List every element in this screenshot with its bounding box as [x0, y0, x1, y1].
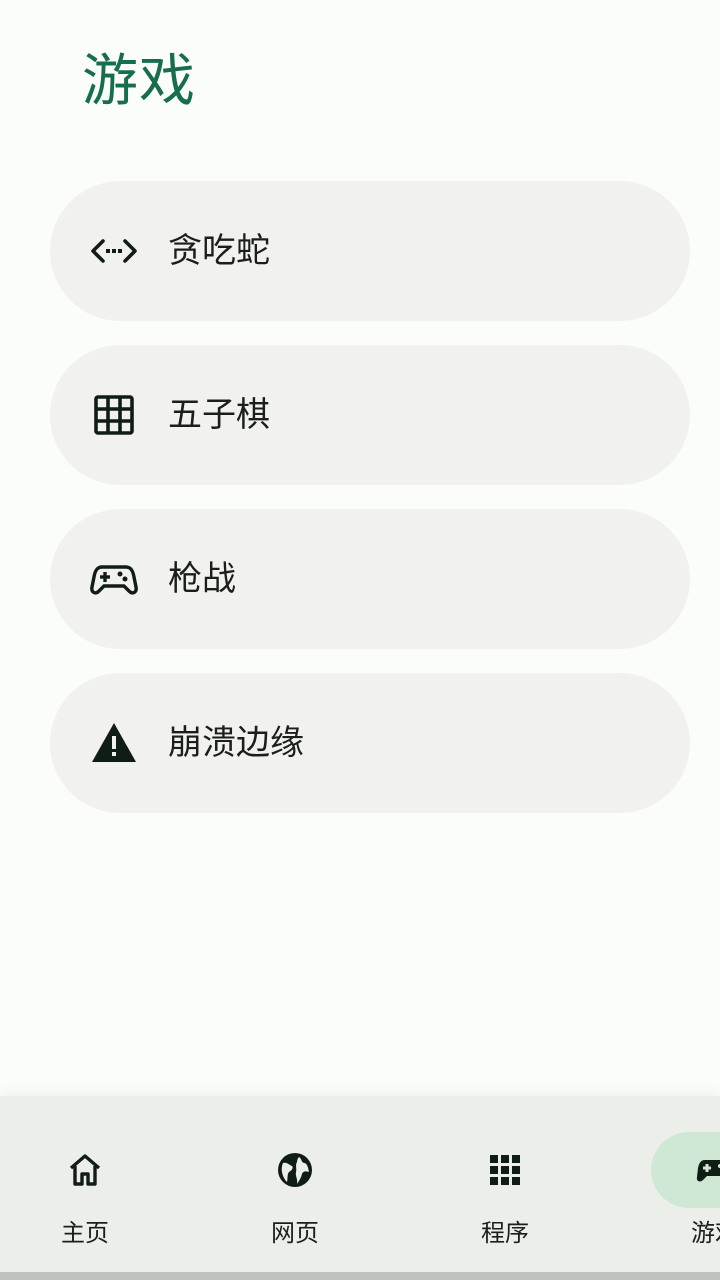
nav-item-home[interactable]: 主页: [0, 1132, 170, 1262]
code-arrows-icon: [90, 227, 138, 275]
bottom-edge-divider: [0, 1272, 720, 1280]
gamepad-icon: [90, 555, 138, 603]
game-item-gomoku[interactable]: 五子棋: [50, 345, 690, 485]
apps-grid-icon: [485, 1150, 525, 1190]
game-item-shooter[interactable]: 枪战: [50, 509, 690, 649]
game-item-snake[interactable]: 贪吃蛇: [50, 181, 690, 321]
game-list: 贪吃蛇 五子棋 枪战 崩溃边缘: [50, 181, 690, 837]
nav-label: 游戏: [691, 1219, 720, 1247]
nav-icon-container: [441, 1132, 569, 1208]
nav-icon-container: [231, 1132, 359, 1208]
game-label: 崩溃边缘: [168, 723, 304, 763]
page-title: 游戏: [82, 49, 196, 114]
nav-icon-container-active: [651, 1132, 720, 1208]
game-item-edge-of-collapse[interactable]: 崩溃边缘: [50, 673, 690, 813]
game-label: 贪吃蛇: [168, 231, 270, 271]
game-label: 五子棋: [168, 395, 270, 435]
nav-item-web[interactable]: 网页: [210, 1132, 380, 1262]
nav-icon-container: [21, 1132, 149, 1208]
game-label: 枪战: [168, 559, 236, 599]
bottom-navigation: 主页 网页 程序 游: [0, 1096, 720, 1272]
page: 游戏 贪吃蛇 五子棋 枪战 崩溃边缘 主页 网页 程序 游: [0, 0, 720, 1280]
nav-item-games[interactable]: 游戏: [630, 1132, 720, 1262]
nav-label: 网页: [271, 1219, 319, 1247]
globe-icon: [275, 1150, 315, 1190]
nav-label: 程序: [481, 1219, 529, 1247]
nav-label: 主页: [61, 1219, 109, 1247]
grid-icon: [90, 391, 138, 439]
warning-icon: [90, 719, 138, 767]
gamepad-icon: [695, 1150, 720, 1190]
home-icon: [65, 1150, 105, 1190]
nav-item-programs[interactable]: 程序: [420, 1132, 590, 1262]
